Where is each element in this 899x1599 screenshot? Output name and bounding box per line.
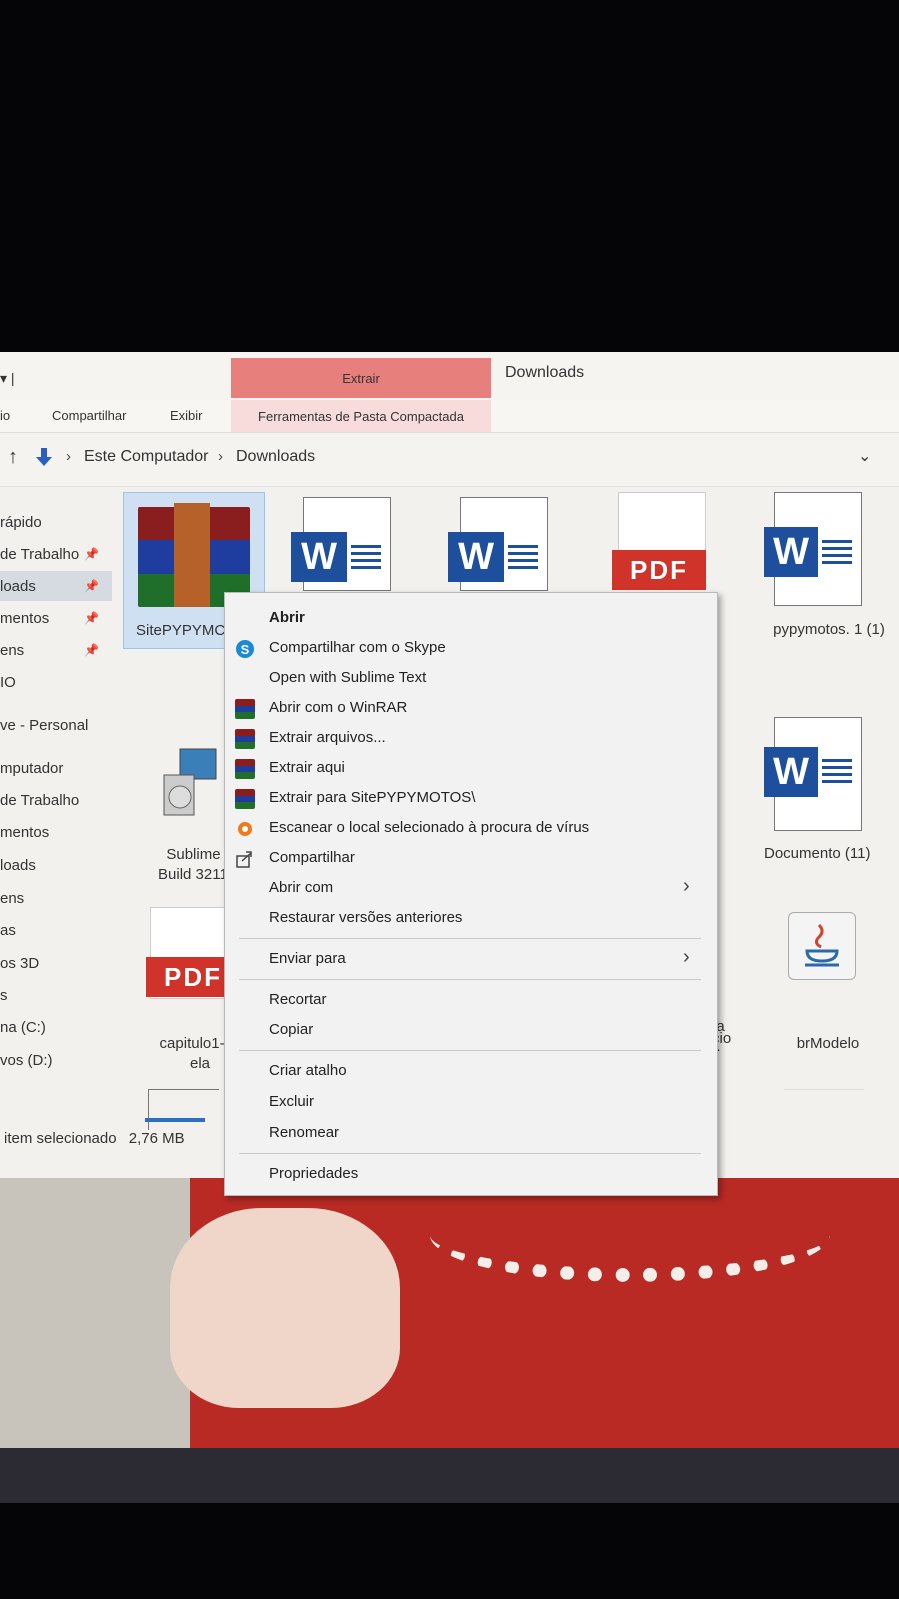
word-icon: W: [448, 532, 504, 582]
context-menu: Abrir S Compartilhar com o Skype Open wi…: [224, 592, 718, 1196]
winrar-icon: [235, 729, 255, 749]
tab-share[interactable]: Compartilhar: [52, 408, 126, 423]
quick-access-toolbar-icon[interactable]: ▾ |: [0, 370, 15, 387]
menu-item-copiar[interactable]: Copiar: [225, 1017, 717, 1045]
pdf-icon: PDF: [612, 550, 706, 590]
menu-item-extrair-aqui[interactable]: Extrair aqui: [225, 755, 717, 783]
word-icon: W: [764, 527, 818, 577]
menu-item-abrir-com[interactable]: Abrir com ›: [225, 875, 717, 903]
file-item-word-document[interactable]: W: [440, 497, 580, 597]
nav-item[interactable]: mentos 📌: [0, 603, 112, 633]
chevron-right-icon[interactable]: ›: [66, 448, 71, 465]
installer-icon: [163, 748, 217, 816]
nav-item-drive-c[interactable]: na (C:): [0, 1012, 112, 1042]
tab-home[interactable]: io: [0, 408, 10, 423]
nav-item[interactable]: de Trabalho: [0, 785, 112, 815]
chevron-right-icon: ›: [683, 875, 690, 897]
window-title: Downloads: [505, 364, 585, 381]
context-tab-extrair[interactable]: Extrair: [231, 358, 491, 398]
monitor-bezel: [0, 1448, 899, 1503]
nav-item[interactable]: ens 📌: [0, 635, 112, 665]
tab-compressed-folder-tools[interactable]: Ferramentas de Pasta Compactada: [231, 400, 491, 432]
menu-item-enviar-para[interactable]: Enviar para ›: [225, 946, 717, 974]
menu-item-abrir-winrar[interactable]: Abrir com o WinRAR: [225, 695, 717, 723]
menu-item-excluir[interactable]: Excluir: [225, 1089, 717, 1117]
menu-item-extrair-arquivos[interactable]: Extrair arquivos...: [225, 725, 717, 753]
menu-item-open-sublime[interactable]: Open with Sublime Text: [225, 665, 717, 693]
menu-item-extrair-para[interactable]: Extrair para SitePYPYMOTOS\: [225, 785, 717, 813]
breadcrumb-downloads[interactable]: Downloads: [236, 448, 315, 466]
status-size: 2,76 MB: [128, 1130, 185, 1147]
svg-text:S: S: [241, 642, 250, 657]
skype-icon: S: [236, 640, 254, 658]
desktop-wallpaper: [0, 1178, 899, 1448]
nav-item[interactable]: os 3D: [0, 948, 112, 978]
winrar-icon: [235, 789, 255, 809]
navigation-pane: rápido de Trabalho 📌 loads 📌 mentos 📌 ens 📌 …: [0, 492, 118, 1172]
downloads-folder-icon: [36, 448, 52, 466]
chevron-down-icon[interactable]: ⌄: [858, 446, 871, 466]
word-icon: W: [291, 532, 347, 582]
nav-item[interactable]: as: [0, 915, 112, 945]
file-item-pypymotos[interactable]: W pypymotos. 1 (1): [754, 492, 894, 642]
file-item-brmodelo[interactable]: brModelo: [758, 897, 898, 1057]
nav-item[interactable]: IO: [0, 667, 112, 697]
winrar-belt-icon: [174, 503, 210, 607]
status-selection: item selecionado: [4, 1130, 117, 1147]
nav-item[interactable]: rápido: [0, 507, 112, 537]
menu-item-propriedades[interactable]: Propriedades: [225, 1161, 717, 1189]
file-item-documento-11[interactable]: W Documento (11): [754, 717, 894, 867]
pin-icon: 📌: [84, 579, 99, 593]
nav-item-this-pc[interactable]: mputador: [0, 753, 112, 783]
nav-item[interactable]: de Trabalho 📌: [0, 539, 112, 569]
menu-item-restaurar-versoes[interactable]: Restaurar versões anteriores: [225, 905, 717, 933]
chevron-right-icon[interactable]: ›: [218, 448, 223, 465]
menu-item-compartilhar[interactable]: Compartilhar: [225, 845, 717, 873]
pin-icon: 📌: [84, 611, 99, 625]
menu-item-abrir[interactable]: Abrir: [225, 605, 717, 633]
menu-separator: [239, 1153, 701, 1154]
nav-item[interactable]: ens: [0, 883, 112, 913]
status-bar: item selecionado 2,76 MB: [4, 1130, 185, 1147]
menu-item-recortar[interactable]: Recortar: [225, 987, 717, 1015]
nav-item[interactable]: s: [0, 980, 112, 1010]
pin-icon: 📌: [84, 643, 99, 657]
title-bar: ▾ | Extrair Downloads: [0, 352, 899, 400]
avast-icon: [238, 822, 252, 836]
up-arrow-icon[interactable]: ↑: [8, 446, 18, 469]
chevron-right-icon: ›: [683, 946, 690, 968]
menu-separator: [239, 938, 701, 939]
nav-item[interactable]: mentos: [0, 817, 112, 847]
share-icon: [236, 851, 252, 868]
menu-item-criar-atalho[interactable]: Criar atalho: [225, 1058, 717, 1086]
file-item-partial[interactable]: [784, 1089, 864, 1130]
winrar-icon: [235, 699, 255, 719]
nav-item-onedrive[interactable]: ve - Personal: [0, 710, 112, 740]
nav-item[interactable]: loads: [0, 850, 112, 880]
menu-item-escanear[interactable]: Escanear o local selecionado à procura d…: [225, 815, 717, 843]
file-item-word-document[interactable]: W: [283, 497, 423, 597]
nav-item-downloads[interactable]: loads 📌: [0, 571, 112, 601]
winrar-icon: [235, 759, 255, 779]
menu-separator: [239, 979, 701, 980]
address-bar[interactable]: ↑ › Este Computador › Downloads ⌄: [0, 434, 899, 487]
word-icon: W: [764, 747, 818, 797]
menu-item-renomear[interactable]: Renomear: [225, 1120, 717, 1148]
file-item-partial[interactable]: [145, 1089, 219, 1130]
file-item-pdf-document[interactable]: PDF: [598, 492, 738, 592]
menu-item-compartilhar-skype[interactable]: S Compartilhar com o Skype: [225, 635, 717, 663]
ribbon-tabs: io Compartilhar Exibir Ferramentas de Pa…: [0, 400, 899, 433]
java-icon: [788, 912, 856, 980]
tab-view[interactable]: Exibir: [170, 408, 203, 423]
pin-icon: 📌: [84, 547, 99, 561]
breadcrumb-este-computador[interactable]: Este Computador: [84, 448, 209, 466]
nav-item-drive-d[interactable]: vos (D:): [0, 1045, 112, 1075]
menu-separator: [239, 1050, 701, 1051]
